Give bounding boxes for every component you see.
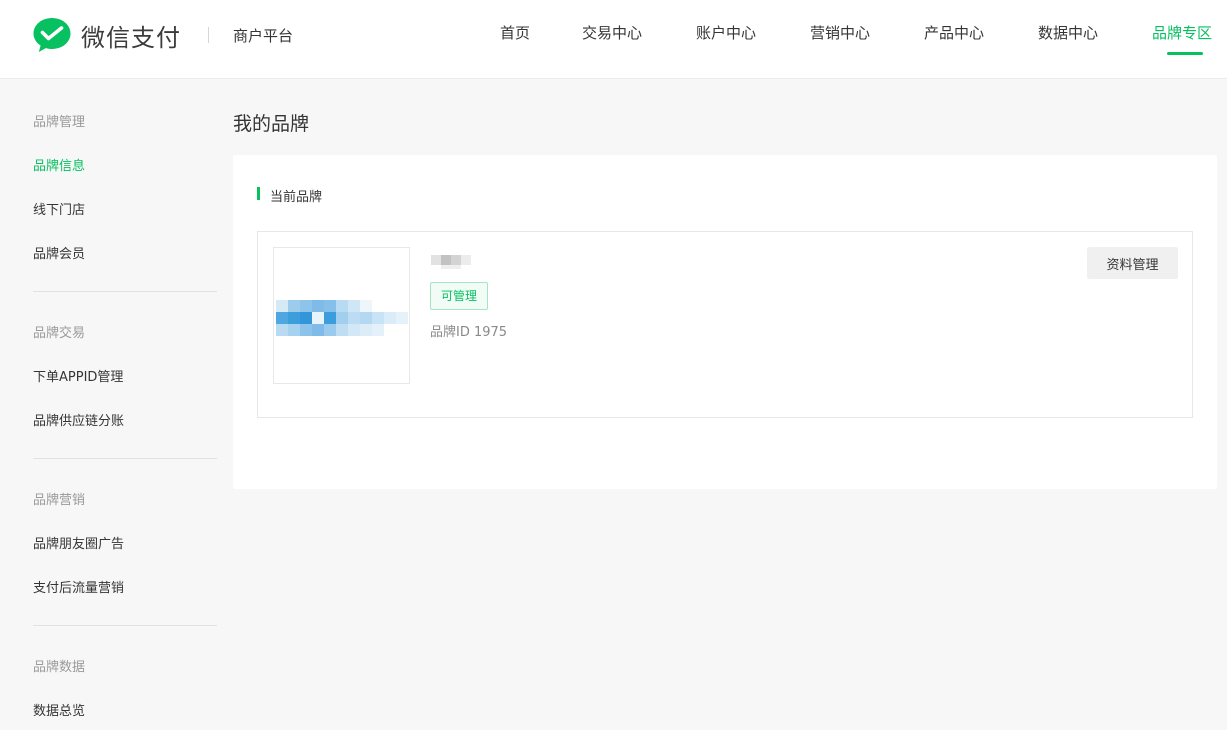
sidebar-group-brand-management: 品牌管理 (33, 115, 86, 130)
nav-transactions[interactable]: 交易中心 (582, 22, 642, 43)
sidebar-group-brand-marketing: 品牌营销 (33, 493, 86, 508)
manageable-status-badge: 可管理 (430, 282, 489, 310)
sidebar-group-brand-trade: 品牌交易 (33, 326, 86, 341)
section-accent-bar (257, 187, 260, 200)
page-title: 我的品牌 (233, 113, 310, 135)
sidebar-item-brand-members[interactable]: 品牌会员 (33, 243, 85, 262)
sidebar-item-supply-chain-split[interactable]: 品牌供应链分账 (33, 410, 124, 429)
brand-name-blurred (431, 255, 471, 269)
sidebar-item-moments-ads[interactable]: 品牌朋友圈广告 (33, 533, 124, 552)
brand-logo-mosaic (276, 300, 408, 336)
profile-management-button[interactable]: 资料管理 (1087, 247, 1178, 279)
sidebar-divider (33, 291, 217, 292)
nav-home[interactable]: 首页 (500, 22, 530, 43)
sidebar: 品牌管理 品牌信息 线下门店 品牌会员 品牌交易 下单APPID管理 品牌供应链… (0, 80, 218, 730)
nav-products[interactable]: 产品中心 (924, 22, 984, 43)
sidebar-divider (33, 625, 217, 626)
main-nav: 首页 交易中心 账户中心 营销中心 产品中心 数据中心 品牌专区 (0, 0, 1227, 79)
top-header: 微信支付 商户平台 首页 交易中心 账户中心 营销中心 产品中心 数据中心 品牌… (0, 0, 1227, 79)
sidebar-item-offline-stores[interactable]: 线下门店 (33, 199, 85, 218)
nav-brand-zone[interactable]: 品牌专区 (1152, 22, 1212, 43)
sidebar-group-brand-data: 品牌数据 (33, 660, 86, 675)
nav-account[interactable]: 账户中心 (696, 22, 756, 43)
sidebar-item-post-payment-marketing[interactable]: 支付后流量营销 (33, 577, 124, 596)
section-title: 当前品牌 (270, 190, 323, 205)
sidebar-item-appid-management[interactable]: 下单APPID管理 (33, 366, 123, 385)
nav-marketing[interactable]: 营销中心 (810, 22, 870, 43)
sidebar-item-brand-info[interactable]: 品牌信息 (33, 155, 85, 174)
nav-active-indicator (1167, 52, 1203, 55)
current-brand-card: 当前品牌 可管理 品牌ID 1975 资料管理 (233, 155, 1217, 489)
nav-data[interactable]: 数据中心 (1038, 22, 1098, 43)
sidebar-item-data-overview[interactable]: 数据总览 (33, 700, 85, 719)
brand-logo-image (273, 247, 410, 384)
brand-item: 可管理 品牌ID 1975 资料管理 (257, 231, 1193, 418)
brand-id: 品牌ID 1975 (430, 325, 508, 340)
sidebar-divider (33, 458, 217, 459)
